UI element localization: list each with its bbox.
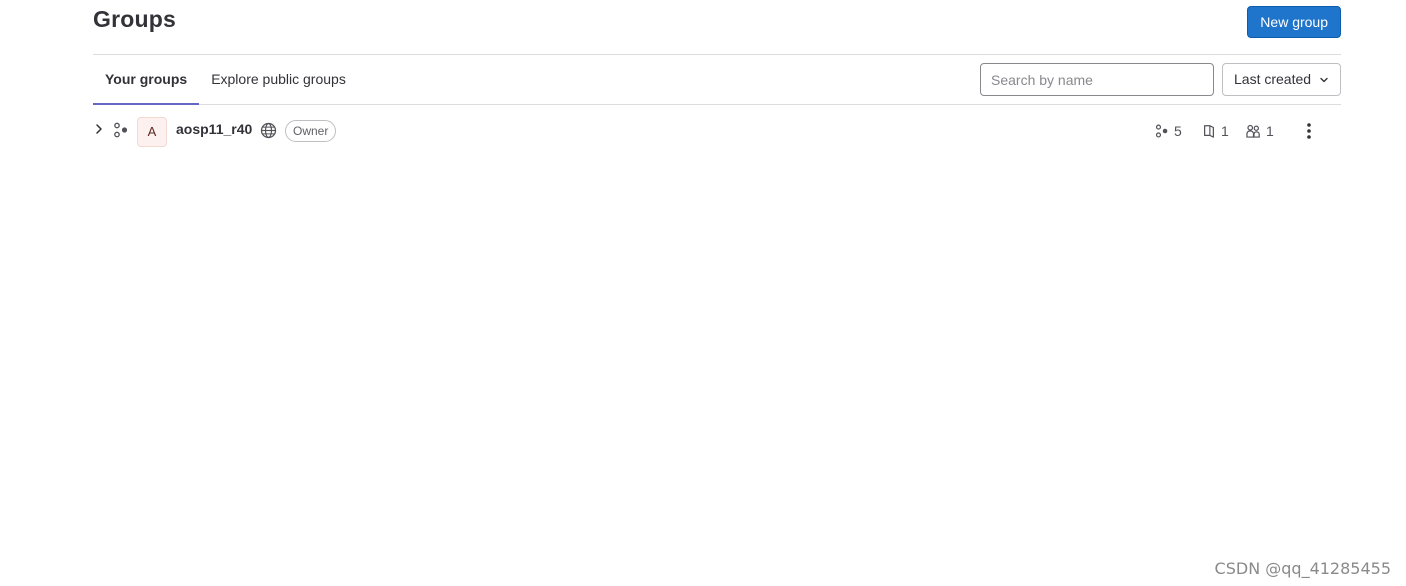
page-header: Groups New group <box>93 0 1341 55</box>
chevron-down-icon <box>1320 77 1328 82</box>
role-badge: Owner <box>285 120 337 142</box>
tab-explore-public-groups[interactable]: Explore public groups <box>199 55 358 104</box>
tab-your-groups[interactable]: Your groups <box>93 55 200 105</box>
groups-container: Groups New group Your groups Explore pub… <box>93 0 1341 155</box>
group-name-link[interactable]: aosp11_r40 <box>176 121 252 137</box>
members-stat: 1 <box>1246 123 1274 139</box>
users-icon <box>1246 124 1260 138</box>
subgroups-count: 5 <box>1174 123 1182 139</box>
tabs-row: Your groups Explore public groups Last c… <box>93 55 1341 105</box>
projects-stat: 1 <box>1202 123 1229 139</box>
group-row[interactable]: A aosp11_r40 Owner 5 1 1 <box>93 105 1341 155</box>
sort-dropdown[interactable]: Last created <box>1222 63 1341 96</box>
projects-count: 1 <box>1221 123 1229 139</box>
more-actions-icon[interactable] <box>1302 121 1316 141</box>
page-title: Groups <box>93 6 176 32</box>
bookmark-icon <box>1204 125 1214 138</box>
subgroups-stat: 5 <box>1155 123 1182 139</box>
page: Groups New group Your groups Explore pub… <box>0 0 1406 586</box>
globe-icon <box>260 122 277 139</box>
avatar[interactable]: A <box>137 117 167 147</box>
watermark: CSDN @qq_41285455 <box>1214 559 1391 578</box>
chevron-right-icon[interactable] <box>94 123 104 135</box>
members-count: 1 <box>1266 123 1274 139</box>
subgroup-icon <box>1155 124 1168 138</box>
sort-dropdown-label: Last created <box>1234 71 1312 87</box>
tab-list: Your groups Explore public groups <box>93 55 358 105</box>
new-group-button[interactable]: New group <box>1247 6 1341 38</box>
search-input[interactable] <box>980 63 1214 96</box>
subgroup-icon <box>114 122 128 138</box>
